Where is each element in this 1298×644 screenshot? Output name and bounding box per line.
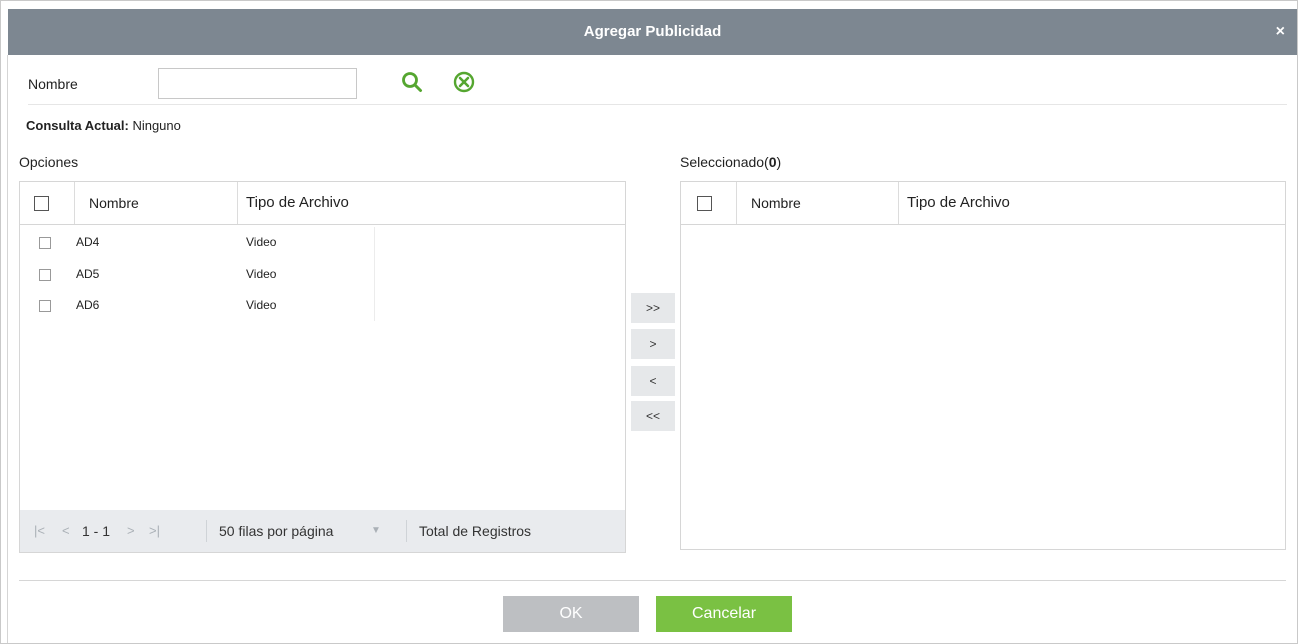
row-name: AD4 [76,235,100,249]
search-bar: Nombre [28,68,1287,105]
row-file-type: Video [246,235,277,249]
selected-grid: Nombre Tipo de Archivo [680,181,1286,550]
remove-all-button[interactable]: << [631,401,675,431]
options-select-all-checkbox[interactable] [34,196,49,211]
options-col-file-type[interactable]: Tipo de Archivo [237,182,616,224]
dialog-left-border [7,55,8,643]
add-advertising-dialog: Agregar Publicidad × Nombre Consulta Act… [0,0,1298,644]
remove-button[interactable]: < [631,366,675,396]
row-checkbox[interactable] [39,269,51,281]
dialog-title: Agregar Publicidad [583,23,722,40]
search-input[interactable] [158,68,357,99]
options-label: Opciones [19,154,79,170]
row-file-type: Video [246,298,277,312]
selected-count: 0 [768,154,777,170]
first-page-icon[interactable]: |< [34,510,45,552]
row-checkbox[interactable] [39,300,51,312]
chevron-down-icon[interactable]: ▼ [371,510,381,552]
selected-label-text: Seleccionado( [680,154,769,170]
row-name: AD6 [76,298,100,312]
selected-col-name[interactable]: Nombre [736,182,906,224]
clear-icon[interactable] [452,70,476,94]
ok-button[interactable]: OK [503,596,639,632]
cancel-button[interactable]: Cancelar [656,596,792,632]
add-button[interactable]: > [631,329,675,359]
current-query: Consulta Actual: Ninguno [26,118,181,133]
search-icon[interactable] [400,70,424,94]
current-query-value: Ninguno [132,118,181,133]
options-grid-header: Nombre Tipo de Archivo [20,182,625,225]
add-all-button[interactable]: >> [631,293,675,323]
selected-label: Seleccionado(0) [680,154,781,170]
total-records: Total de Registros [419,523,532,539]
rows-column-divider [374,227,375,321]
dialog-titlebar: Agregar Publicidad × [8,9,1297,55]
close-icon[interactable]: × [1276,9,1285,55]
row-name: AD5 [76,267,100,281]
selected-grid-header: Nombre Tipo de Archivo [681,182,1285,225]
next-page-icon[interactable]: > [127,510,135,552]
selected-label-suffix: ) [776,154,782,170]
selected-select-all-checkbox[interactable] [697,196,712,211]
table-row[interactable]: AD5 Video [20,259,625,290]
table-row[interactable]: AD6 Video [20,290,625,321]
current-query-label: Consulta Actual: [26,118,129,133]
last-page-icon[interactable]: >| [149,510,160,552]
prev-page-icon[interactable]: < [62,510,70,552]
table-row[interactable]: AD4 Video [20,227,625,258]
footer-divider [19,580,1286,581]
options-grid: Nombre Tipo de Archivo AD4 Video AD5 Vid… [19,181,626,553]
pager-divider [206,520,207,542]
row-checkbox[interactable] [39,237,51,249]
options-col-name[interactable]: Nombre [74,182,244,224]
search-label: Nombre [28,76,78,92]
rows-per-page-select[interactable]: 50 filas por página [219,510,333,552]
selected-col-file-type[interactable]: Tipo de Archivo [898,182,1277,224]
options-pager: |< < 1 - 1 > >| 50 filas por página ▼ To… [20,510,625,552]
pager-divider [406,520,407,542]
page-range: 1 - 1 [82,523,111,539]
row-file-type: Video [246,267,277,281]
